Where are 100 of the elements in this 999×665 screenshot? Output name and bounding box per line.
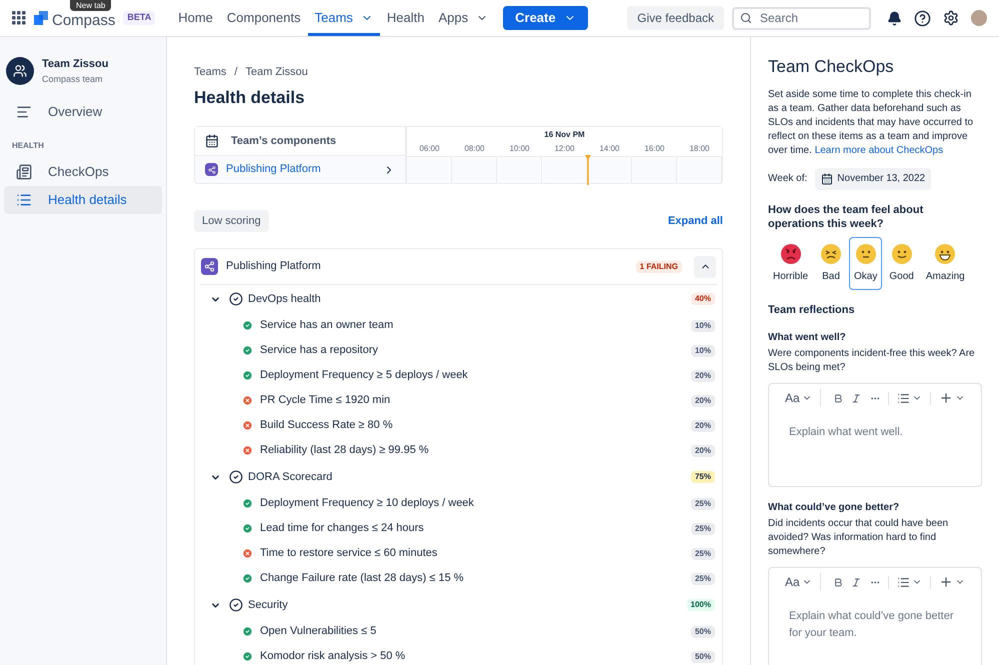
bold-icon[interactable] <box>832 392 844 404</box>
pass-icon <box>242 498 253 509</box>
time-tick: 16:00 <box>644 143 665 155</box>
nav-tab[interactable]: Home <box>171 0 220 36</box>
rich-text-editor[interactable]: Aa Explain what could’ve gone better for your team. <box>768 567 982 665</box>
insert-dropdown[interactable] <box>939 391 965 405</box>
breadcrumb[interactable]: Team Zissou <box>245 64 308 80</box>
text-style-dropdown[interactable]: Aa <box>785 573 821 591</box>
weight-badge: 50% <box>690 626 715 638</box>
mood-option[interactable]: Amazing <box>920 236 970 290</box>
pass-icon <box>242 320 253 331</box>
give-feedback-button[interactable]: Give feedback <box>627 6 724 30</box>
panel-description: Set aside some time to complete this check-in as a team. Gather data beforehand such as SLOs and incidents that may have occurred to reflect on these items as a team and improve over time. Learn more about CheckOps <box>768 88 974 158</box>
create-button[interactable]: Create <box>503 6 588 30</box>
list-dropdown[interactable] <box>888 392 931 404</box>
pass-icon <box>242 370 253 381</box>
rich-text-editor[interactable]: Aa Explain what went well. <box>768 383 982 487</box>
sidebar-item[interactable]: CheckOps <box>4 158 162 186</box>
reflection-field[interactable]: Explain what could’ve gone better for your team. <box>769 596 981 665</box>
timeline-date: 16 Nov PM <box>543 129 586 141</box>
check-label: Open Vulnerabilities ≤ 5 <box>260 624 378 640</box>
nav-tab[interactable]: Components <box>220 0 308 36</box>
sidebar-item[interactable]: Overview <box>4 98 162 126</box>
italic-icon[interactable] <box>851 576 862 588</box>
check-label: Service has a repository <box>260 343 379 358</box>
emoji-face-icon <box>780 242 802 264</box>
text-style-dropdown[interactable]: Aa <box>785 389 821 407</box>
week-picker[interactable]: November 13, 2022 <box>815 168 932 190</box>
scorecard-name: DevOps health <box>248 292 322 307</box>
pass-icon <box>242 523 253 534</box>
mood-option[interactable]: Okay <box>849 236 882 290</box>
app-grid-icon[interactable] <box>12 11 26 25</box>
plus-icon <box>939 391 953 405</box>
list-icon <box>897 392 910 404</box>
reflection-field[interactable]: Explain what went well. <box>769 412 981 486</box>
italic-icon[interactable] <box>851 392 862 404</box>
low-scoring-filter-button[interactable]: Low scoring <box>194 210 269 232</box>
check-label: Komodor risk analysis > 50 % <box>260 649 406 664</box>
weight-badge: 25% <box>690 572 715 584</box>
nav-tab[interactable]: Health <box>380 0 432 36</box>
time-tick: 08:00 <box>464 143 485 155</box>
notifications-icon[interactable] <box>887 10 902 26</box>
check-label: Deployment Frequency ≥ 10 deploys / week <box>260 496 475 512</box>
weight-badge: 20% <box>690 420 715 432</box>
list-icon <box>897 576 910 588</box>
plus-icon <box>939 575 953 589</box>
lines-icon <box>16 104 32 120</box>
time-tick: 10:00 <box>509 143 530 155</box>
component-row[interactable]: Publishing Platform <box>195 156 405 183</box>
weight-badge: 20% <box>690 370 715 382</box>
team-avatar-icon <box>6 57 34 85</box>
current-time-marker <box>585 155 591 185</box>
nav-tab[interactable]: Teams <box>308 0 380 36</box>
column-heading: Team’s components <box>231 134 336 149</box>
scorecard-name: DORA Scorecard <box>248 470 334 485</box>
prompt-title: What went well? <box>768 331 847 345</box>
check-label: Change Failure rate (last 28 days) ≤ 15 % <box>260 571 465 586</box>
team-name: Team Zissou <box>42 57 108 72</box>
expand-all-link[interactable]: Expand all <box>668 212 723 230</box>
mood-question: How does the team feel about operations this week? <box>768 202 924 230</box>
team-subtitle: Compass team <box>42 72 104 86</box>
fail-icon <box>242 395 253 406</box>
pass-icon <box>242 573 253 584</box>
time-tick: 18:00 <box>689 143 710 155</box>
fail-icon <box>242 548 253 559</box>
check-label: Service has an owner team <box>260 318 394 334</box>
bold-icon[interactable] <box>832 576 844 588</box>
mood-option[interactable]: Horrible <box>768 236 814 290</box>
weight-badge: 25% <box>690 548 715 560</box>
insert-dropdown[interactable] <box>939 575 965 589</box>
mood-option[interactable]: Bad <box>815 236 848 290</box>
help-icon[interactable] <box>914 10 931 26</box>
score-badge: 100% <box>686 599 715 611</box>
time-tick: 12:00 <box>554 143 575 155</box>
nav-tab[interactable]: Apps <box>431 0 496 36</box>
list-dropdown[interactable] <box>888 576 931 588</box>
breadcrumb[interactable]: / <box>234 64 238 80</box>
check-label: PR Cycle Time ≤ 1920 min <box>260 393 392 408</box>
prompt-hint: Did incidents occur that could have been avoided? Was information hard to find somewhere? <box>768 517 950 559</box>
time-tick: 14:00 <box>599 143 620 155</box>
score-badge: 75% <box>690 471 715 483</box>
document-icon <box>16 164 32 180</box>
page-title: Health details <box>194 86 306 108</box>
breadcrumb[interactable]: Teams <box>194 64 226 80</box>
component-name: Publishing Platform <box>226 259 322 274</box>
learn-more-link[interactable]: Learn more about CheckOps <box>814 144 944 156</box>
scorecard-icon <box>229 292 243 306</box>
weight-badge: 50% <box>690 650 715 662</box>
sidebar-item[interactable]: Health details <box>4 186 162 214</box>
beta-badge: BETA <box>123 11 156 25</box>
pass-icon <box>242 345 253 356</box>
check-label: Deployment Frequency ≥ 5 deploys / week <box>260 368 469 384</box>
prompt-title: What could’ve gone better? <box>768 501 900 515</box>
search-field[interactable]: Search <box>732 6 871 30</box>
panel-title: Team CheckOps <box>768 56 895 78</box>
list-icon <box>16 192 32 208</box>
weight-badge: 25% <box>690 522 715 534</box>
settings-icon[interactable] <box>943 10 959 26</box>
mood-option[interactable]: Good <box>884 236 919 290</box>
component-icon <box>205 163 218 176</box>
